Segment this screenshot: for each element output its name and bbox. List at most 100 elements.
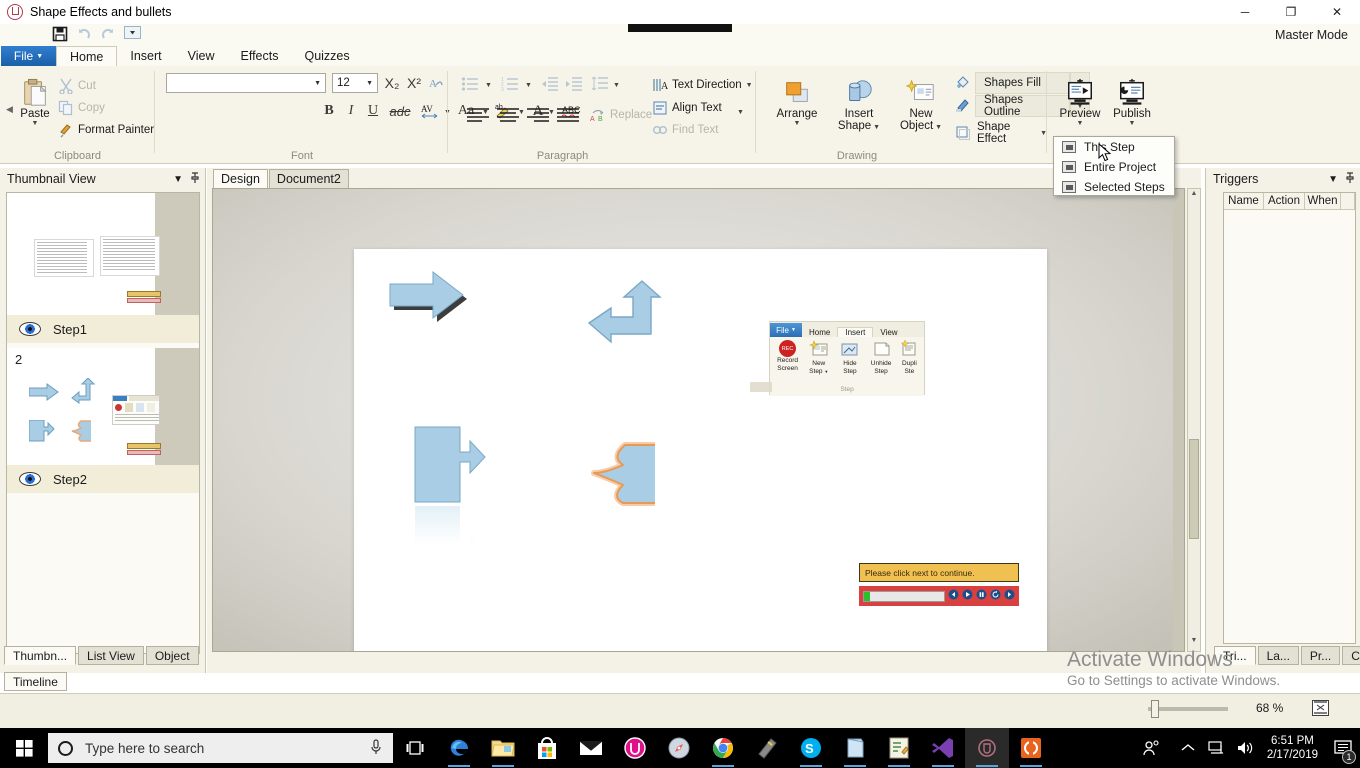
chevron-down-icon[interactable]: ▼: [173, 174, 183, 185]
triggers-table[interactable]: Name Action When: [1223, 192, 1356, 644]
app-pink-icon[interactable]: [613, 728, 657, 768]
play-button[interactable]: [962, 589, 973, 603]
next-button[interactable]: [1004, 589, 1015, 603]
eye-icon[interactable]: [19, 472, 41, 486]
safari-icon[interactable]: [657, 728, 701, 768]
tab-list-view[interactable]: List View: [78, 646, 144, 665]
tab-thumbnail-view[interactable]: Thumbn...: [4, 646, 77, 665]
decrease-indent-button[interactable]: [539, 74, 561, 94]
shape-effect-button[interactable]: Shape Effect ▼: [955, 121, 1047, 145]
cut-button[interactable]: Cut: [58, 78, 96, 94]
right-arrow-shape[interactable]: [385, 264, 471, 329]
column-header-name[interactable]: Name: [1224, 193, 1264, 210]
ribbon-tab-home[interactable]: Home: [56, 46, 118, 66]
tab-triggers[interactable]: Tri...: [1214, 646, 1256, 665]
bullets-button[interactable]: [459, 74, 481, 94]
replay-button[interactable]: [990, 589, 1001, 603]
tab-properties[interactable]: Pr...: [1300, 646, 1341, 665]
player-progress[interactable]: [863, 590, 945, 602]
align-right-button[interactable]: [523, 104, 553, 126]
microsoft-store-icon[interactable]: [525, 728, 569, 768]
font-size-value[interactable]: 12: [337, 77, 366, 89]
chevron-down-icon[interactable]: ▼: [871, 124, 880, 131]
taskbar-clock[interactable]: 6:51 PM 2/17/2019: [1259, 734, 1326, 762]
menu-item-this-step[interactable]: This Step: [1054, 137, 1174, 157]
chevron-down-icon[interactable]: ▼: [794, 120, 801, 127]
insert-shape-button[interactable]: Insert Shape ▼: [829, 74, 889, 132]
ribbon-tab-quizzes[interactable]: Quizzes: [291, 46, 362, 66]
embedded-ribbon-screenshot[interactable]: File ▼ Home Insert View REC Record Screen: [750, 321, 925, 396]
people-icon[interactable]: [1129, 728, 1173, 768]
find-text-button[interactable]: Find Text: [652, 122, 718, 138]
bold-button[interactable]: B: [318, 100, 340, 122]
align-justify-button[interactable]: [553, 104, 583, 126]
orange-app-icon[interactable]: [1009, 728, 1053, 768]
wave-bracket-shape[interactable]: [583, 439, 667, 522]
ribbon-tab-view[interactable]: View: [175, 46, 228, 66]
replace-button[interactable]: AB Replace: [590, 107, 652, 123]
strikethrough-button[interactable]: adc: [386, 100, 414, 122]
format-painter-button[interactable]: Format Painter: [58, 122, 154, 138]
preview-button[interactable]: Preview ▼: [1054, 74, 1106, 127]
visual-studio-code-icon[interactable]: [921, 728, 965, 768]
save-icon[interactable]: [52, 26, 68, 42]
activepresenter-icon[interactable]: [965, 728, 1009, 768]
thumbnail-list[interactable]: 1 Step1 2: [6, 192, 200, 654]
player-controls[interactable]: [859, 586, 1019, 606]
microphone-icon[interactable]: [369, 738, 383, 758]
task-view-icon[interactable]: [393, 728, 437, 768]
scroll-up-arrow-icon[interactable]: ▲: [1188, 190, 1200, 203]
column-header-when[interactable]: When: [1305, 193, 1341, 210]
arrange-button[interactable]: Arrange ▼: [767, 74, 827, 127]
slide-surface[interactable]: File ▼ Home Insert View REC Record Screen: [354, 249, 1047, 651]
copy-button[interactable]: Copy: [58, 100, 105, 116]
new-object-button[interactable]: New Object ▼: [891, 74, 951, 132]
text-direction-button[interactable]: A Text Direction ▼: [652, 77, 753, 93]
menu-item-selected-steps[interactable]: Selected Steps: [1054, 177, 1174, 197]
tab-timeline[interactable]: Timeline: [4, 672, 67, 691]
align-left-button[interactable]: [463, 104, 493, 126]
editor-app-icon[interactable]: [877, 728, 921, 768]
edge-icon[interactable]: [437, 728, 481, 768]
character-spacing-button[interactable]: AV: [418, 100, 442, 122]
zoom-slider-thumb[interactable]: [1151, 700, 1159, 718]
undo-icon[interactable]: [76, 26, 92, 42]
chevron-down-icon[interactable]: ▼: [1129, 120, 1136, 127]
font-family-combo[interactable]: ▼: [166, 73, 326, 93]
zoom-slider-track[interactable]: [1148, 707, 1228, 711]
list-item[interactable]: 1 Step1: [7, 193, 199, 343]
action-center-icon[interactable]: 1: [1326, 728, 1360, 768]
pin-icon[interactable]: [1345, 171, 1355, 187]
underline-button[interactable]: U: [362, 100, 384, 122]
file-explorer-icon[interactable]: [481, 728, 525, 768]
line-spacing-button[interactable]: [589, 74, 611, 94]
italic-button[interactable]: I: [340, 100, 362, 122]
volume-icon[interactable]: [1231, 728, 1259, 768]
tab-design[interactable]: Design: [213, 169, 268, 188]
publish-button[interactable]: Publish ▼: [1106, 74, 1158, 127]
increase-indent-button[interactable]: [563, 74, 585, 94]
canvas[interactable]: File ▼ Home Insert View REC Record Screen: [212, 188, 1185, 652]
clear-formatting-icon[interactable]: A: [426, 73, 446, 93]
tab-document2[interactable]: Document2: [268, 169, 349, 188]
canvas-vertical-scrollbar[interactable]: ▲ ▼: [1187, 188, 1201, 652]
ribbon-tab-effects[interactable]: Effects: [227, 46, 291, 66]
tab-comments[interactable]: Co...: [1342, 646, 1360, 665]
list-item[interactable]: 2 Step2: [7, 348, 199, 493]
paste-button[interactable]: Paste ▼: [12, 74, 58, 127]
windows-start-icon[interactable]: [0, 728, 48, 768]
network-icon[interactable]: [1203, 728, 1231, 768]
chevron-down-icon[interactable]: ▼: [1328, 174, 1338, 185]
customize-qat-icon[interactable]: [124, 26, 141, 42]
chevron-down-icon[interactable]: ▼: [314, 80, 321, 87]
mail-icon[interactable]: [569, 728, 613, 768]
numbering-button[interactable]: 123: [499, 74, 521, 94]
ruler-app-icon[interactable]: [745, 728, 789, 768]
ribbon-tab-insert[interactable]: Insert: [117, 46, 174, 66]
tab-object[interactable]: Object: [145, 646, 199, 665]
notes-app-icon[interactable]: [833, 728, 877, 768]
close-button[interactable]: ✕: [1314, 0, 1360, 24]
show-hidden-icons-chevron[interactable]: [1173, 728, 1203, 768]
ribbon-tab-file[interactable]: File ▼: [1, 46, 56, 66]
tab-layers[interactable]: La...: [1257, 646, 1299, 665]
